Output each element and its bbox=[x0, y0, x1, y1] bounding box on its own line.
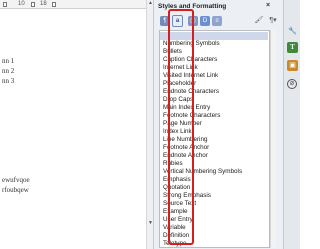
style-list-item[interactable]: Endnote Anchor bbox=[163, 152, 208, 160]
styles-sidebar-panel: Styles and Formatting × ¶ a ▢ D ≡ 🖌 ¶▾ N… bbox=[153, 0, 283, 249]
document-text-line[interactable]: nn 2 bbox=[2, 67, 14, 75]
document-text-line[interactable]: nn 1 bbox=[2, 57, 14, 65]
style-list-item[interactable]: Internet Link bbox=[163, 64, 198, 72]
style-list-item[interactable]: Source Text bbox=[163, 200, 196, 208]
close-panel-button[interactable]: × bbox=[266, 2, 270, 9]
style-list-item[interactable]: Caption Characters bbox=[163, 56, 217, 64]
style-list-item[interactable]: Placeholder bbox=[163, 80, 196, 88]
horizontal-ruler[interactable]: 10 18 bbox=[0, 0, 146, 9]
styles-deck-icon[interactable]: T bbox=[287, 42, 298, 53]
styles-list-scrollbar[interactable] bbox=[270, 30, 276, 248]
style-list-item[interactable]: Emphasis bbox=[163, 176, 191, 184]
ruler-tab-marker[interactable] bbox=[31, 2, 35, 7]
ruler-tick: 10 bbox=[18, 1, 25, 7]
fill-format-mode-icon[interactable]: 🖌 bbox=[253, 16, 265, 26]
ruler-indent-marker[interactable] bbox=[3, 2, 7, 7]
styles-toolbar: ¶ a ▢ D ≡ 🖌 ¶▾ bbox=[159, 14, 281, 28]
page-styles-icon[interactable]: D bbox=[200, 16, 210, 26]
style-list-item[interactable]: Endnote Characters bbox=[163, 88, 219, 96]
document-area[interactable]: 10 18 nn 1 nn 2 nn 3 ewufvqoe rfoubqew bbox=[0, 0, 146, 249]
sidebar-deck: 🔧 T ▣ ⊘ bbox=[283, 0, 300, 249]
style-list-item[interactable]: Bullets bbox=[163, 48, 182, 56]
style-list-item[interactable]: Footnote Characters bbox=[163, 112, 220, 120]
document-text-line[interactable]: ewufvqoe bbox=[2, 176, 30, 184]
style-list-item-none[interactable] bbox=[160, 32, 268, 40]
style-list-item[interactable]: Footnote Anchor bbox=[163, 144, 209, 152]
style-list-item[interactable]: User Entry bbox=[163, 216, 193, 224]
character-styles-icon[interactable]: a bbox=[172, 15, 183, 27]
paragraph-styles-icon[interactable]: ¶ bbox=[160, 16, 170, 26]
ruler-tab-marker[interactable] bbox=[52, 2, 56, 7]
list-styles-icon[interactable]: ≡ bbox=[212, 16, 222, 26]
style-list-item[interactable]: Drop Caps bbox=[163, 96, 193, 104]
new-style-menu-icon[interactable]: ¶▾ bbox=[267, 16, 279, 26]
style-list-item[interactable]: Rubies bbox=[163, 160, 183, 168]
navigator-icon[interactable]: ⊘ bbox=[287, 79, 297, 89]
style-list-item[interactable]: Strong Emphasis bbox=[163, 192, 211, 200]
style-list-item[interactable]: Quotation bbox=[163, 184, 190, 192]
ruler-tick: 18 bbox=[40, 1, 47, 7]
document-text-line[interactable]: rfoubqew bbox=[2, 186, 29, 194]
style-list-item[interactable]: Main Index Entry bbox=[163, 104, 210, 112]
frame-styles-icon[interactable]: ▢ bbox=[188, 16, 198, 26]
document-text-line[interactable]: nn 3 bbox=[2, 77, 14, 85]
style-list-item[interactable]: Line Numbering bbox=[163, 136, 207, 144]
style-list-item[interactable]: Vertical Numbering Symbols bbox=[163, 168, 242, 176]
style-list-item[interactable]: Visited Internet Link bbox=[163, 72, 218, 80]
document-vertical-scrollbar[interactable]: ▲ ▼ bbox=[146, 0, 153, 249]
gallery-icon[interactable]: ▣ bbox=[287, 60, 298, 71]
properties-wrench-icon[interactable]: 🔧 bbox=[287, 26, 298, 37]
style-list-item[interactable]: Example bbox=[163, 208, 188, 216]
style-list-item[interactable]: Numbering Symbols bbox=[163, 40, 220, 48]
style-list-item[interactable]: Definition bbox=[163, 232, 189, 240]
style-list-item[interactable]: Page Number bbox=[163, 120, 202, 128]
panel-title: Styles and Formatting bbox=[158, 3, 227, 10]
style-list-item[interactable]: Variable bbox=[163, 224, 186, 232]
style-list-item[interactable]: Index Link bbox=[163, 128, 192, 136]
styles-list[interactable]: Numbering Symbols Bullets Caption Charac… bbox=[159, 30, 270, 248]
style-list-item[interactable]: Teletype bbox=[163, 240, 186, 247]
